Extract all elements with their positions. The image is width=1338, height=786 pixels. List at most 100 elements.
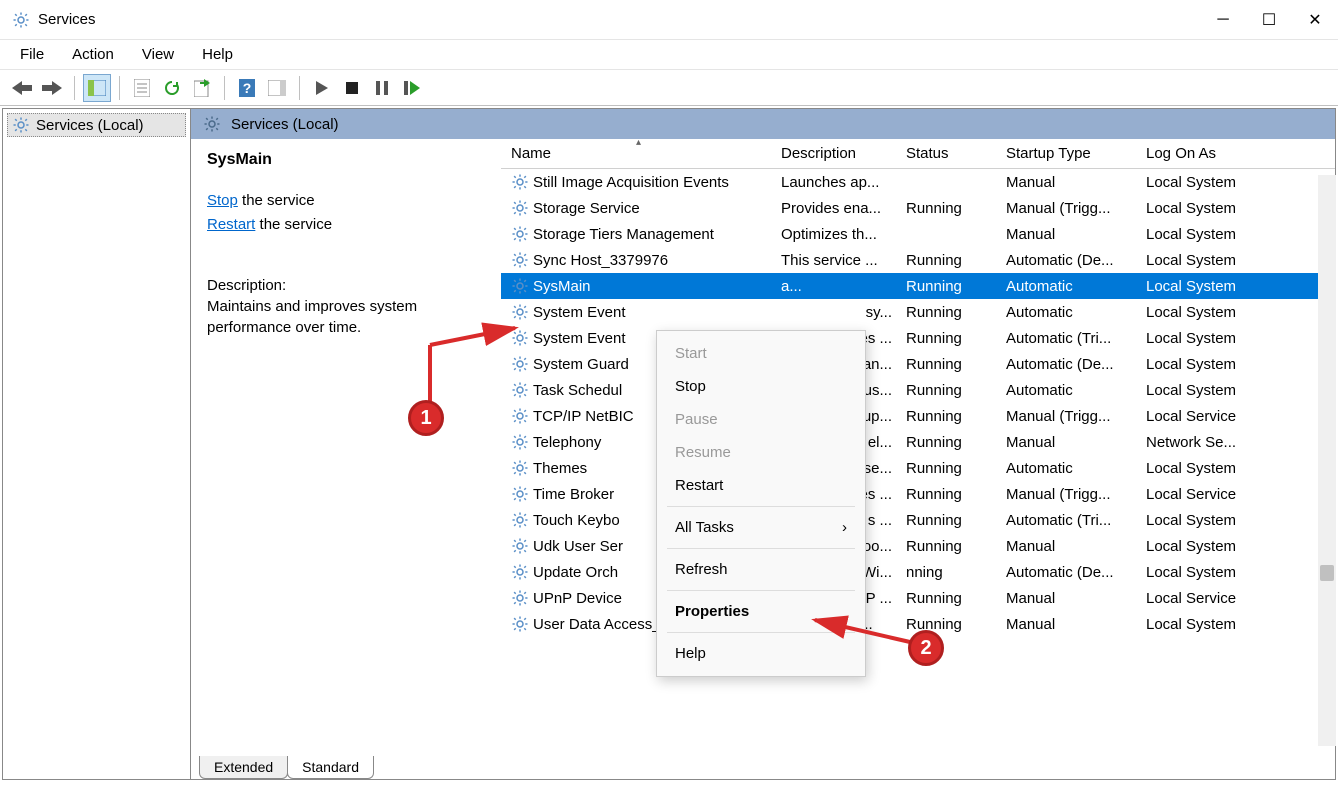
menu-view[interactable]: View xyxy=(130,42,186,67)
detail-pane: SysMain Stop the service Restart the ser… xyxy=(191,139,501,779)
ctx-help[interactable]: Help xyxy=(657,637,865,670)
service-row[interactable]: System Eventes ...RunningAutomatic (Tri.… xyxy=(501,325,1335,351)
column-description[interactable]: Description xyxy=(771,139,896,168)
service-row[interactable]: Update OrchWi...nningAutomatic (De...Loc… xyxy=(501,559,1335,585)
tab-extended[interactable]: Extended xyxy=(199,756,288,779)
service-status: Running xyxy=(896,432,996,453)
service-row[interactable]: Udk User Seroo...RunningManualLocal Syst… xyxy=(501,533,1335,559)
column-log-on-as[interactable]: Log On As xyxy=(1136,139,1276,168)
tree-root[interactable]: Services (Local) xyxy=(7,113,186,137)
service-row[interactable]: Storage Tiers ManagementOptimizes th...M… xyxy=(501,221,1335,247)
gear-icon xyxy=(511,329,529,347)
column-name[interactable]: Name▴ xyxy=(501,139,771,168)
maximize-button[interactable]: ☐ xyxy=(1246,0,1292,40)
service-row[interactable]: SysMaina...RunningAutomaticLocal System xyxy=(501,273,1335,299)
show-hide-tree-button[interactable] xyxy=(83,74,111,102)
service-row[interactable]: Still Image Acquisition EventsLaunches a… xyxy=(501,169,1335,195)
service-row[interactable]: Telephonyel...RunningManualNetwork Se... xyxy=(501,429,1335,455)
service-startup: Manual (Trigg... xyxy=(996,198,1136,219)
service-desc: Provides ena... xyxy=(771,198,896,219)
restart-service-button[interactable] xyxy=(398,74,426,102)
service-row[interactable]: Touch Keybos ...RunningAutomatic (Tri...… xyxy=(501,507,1335,533)
pause-service-button[interactable] xyxy=(368,74,396,102)
service-status: Running xyxy=(896,250,996,271)
ctx-properties[interactable]: Properties xyxy=(657,595,865,628)
service-row[interactable]: TCP/IP NetBICup...RunningManual (Trigg..… xyxy=(501,403,1335,429)
service-status xyxy=(896,232,996,236)
service-startup: Automatic xyxy=(996,458,1136,479)
scrollbar-thumb[interactable] xyxy=(1320,565,1334,581)
service-name: System Guard xyxy=(533,356,629,373)
service-row[interactable]: Sync Host_3379976This service ...Running… xyxy=(501,247,1335,273)
service-row[interactable]: System Guardan...RunningAutomatic (De...… xyxy=(501,351,1335,377)
service-row[interactable]: System Eventsy...RunningAutomaticLocal S… xyxy=(501,299,1335,325)
service-startup: Automatic (De... xyxy=(996,354,1136,375)
pane-header: Services (Local) xyxy=(191,109,1335,139)
service-status: Running xyxy=(896,614,996,635)
column-startup-type[interactable]: Startup Type xyxy=(996,139,1136,168)
services-list: Name▴ Description Status Startup Type Lo… xyxy=(501,139,1335,779)
service-status: Running xyxy=(896,380,996,401)
service-name: Time Broker xyxy=(533,486,614,503)
back-button[interactable] xyxy=(8,74,36,102)
service-startup: Manual xyxy=(996,536,1136,557)
service-startup: Manual xyxy=(996,224,1136,245)
service-logon: Local System xyxy=(1136,250,1276,271)
service-name: Still Image Acquisition Events xyxy=(533,174,729,191)
gear-icon xyxy=(511,381,529,399)
service-desc: sy... xyxy=(771,302,896,323)
service-name: Themes xyxy=(533,460,587,477)
stop-service-button[interactable] xyxy=(338,74,366,102)
service-row[interactable]: Task Schedulus...RunningAutomaticLocal S… xyxy=(501,377,1335,403)
service-row[interactable]: Time Brokeres ...RunningManual (Trigg...… xyxy=(501,481,1335,507)
tab-standard[interactable]: Standard xyxy=(287,756,374,779)
stop-service-link[interactable]: Stop xyxy=(207,192,238,209)
close-button[interactable]: ✕ xyxy=(1292,0,1338,40)
view-tabs: Extended Standard xyxy=(199,756,373,779)
service-status: Running xyxy=(896,354,996,375)
gear-icon xyxy=(511,355,529,373)
minimize-button[interactable]: ─ xyxy=(1200,0,1246,40)
service-name: Udk User Ser xyxy=(533,538,623,555)
service-logon: Local System xyxy=(1136,354,1276,375)
service-name: Telephony xyxy=(533,434,601,451)
start-service-button[interactable] xyxy=(308,74,336,102)
restart-service-link[interactable]: Restart xyxy=(207,216,255,233)
service-row[interactable]: UPnP DevicenP ...RunningManualLocal Serv… xyxy=(501,585,1335,611)
service-status: Running xyxy=(896,302,996,323)
help-button[interactable]: ? xyxy=(233,74,261,102)
service-name: UPnP Device xyxy=(533,590,622,607)
service-row[interactable]: Themesse...RunningAutomaticLocal System xyxy=(501,455,1335,481)
service-startup: Automatic (De... xyxy=(996,250,1136,271)
menu-action[interactable]: Action xyxy=(60,42,126,67)
service-logon: Local System xyxy=(1136,302,1276,323)
gear-icon xyxy=(511,459,529,477)
export-list-button[interactable] xyxy=(128,74,156,102)
window-title: Services xyxy=(38,11,96,28)
sort-arrow-icon: ▴ xyxy=(636,139,641,148)
ctx-stop[interactable]: Stop xyxy=(657,370,865,403)
ctx-restart[interactable]: Restart xyxy=(657,469,865,502)
service-status: nning xyxy=(896,562,996,583)
service-desc: Optimizes th... xyxy=(771,224,896,245)
menu-file[interactable]: File xyxy=(8,42,56,67)
refresh-button[interactable] xyxy=(158,74,186,102)
column-status[interactable]: Status xyxy=(896,139,996,168)
service-startup: Manual xyxy=(996,588,1136,609)
service-startup: Automatic (Tri... xyxy=(996,510,1136,531)
service-row[interactable]: Storage ServiceProvides ena...RunningMan… xyxy=(501,195,1335,221)
export-button[interactable] xyxy=(188,74,216,102)
ctx-all-tasks[interactable]: All Tasks› xyxy=(657,511,865,544)
menu-help[interactable]: Help xyxy=(190,42,245,67)
detail-desc: Maintains and improves system performanc… xyxy=(207,296,485,338)
forward-button[interactable] xyxy=(38,74,66,102)
service-logon: Local System xyxy=(1136,614,1276,635)
service-name: Task Schedul xyxy=(533,382,622,399)
scrollbar[interactable] xyxy=(1318,175,1336,746)
ctx-refresh[interactable]: Refresh xyxy=(657,553,865,586)
action-pane-button[interactable] xyxy=(263,74,291,102)
service-row[interactable]: User Data Access_3379976Provides ap...Ru… xyxy=(501,611,1335,637)
gear-icon xyxy=(203,115,221,133)
pane-header-title: Services (Local) xyxy=(231,116,339,133)
service-logon: Local Service xyxy=(1136,484,1276,505)
